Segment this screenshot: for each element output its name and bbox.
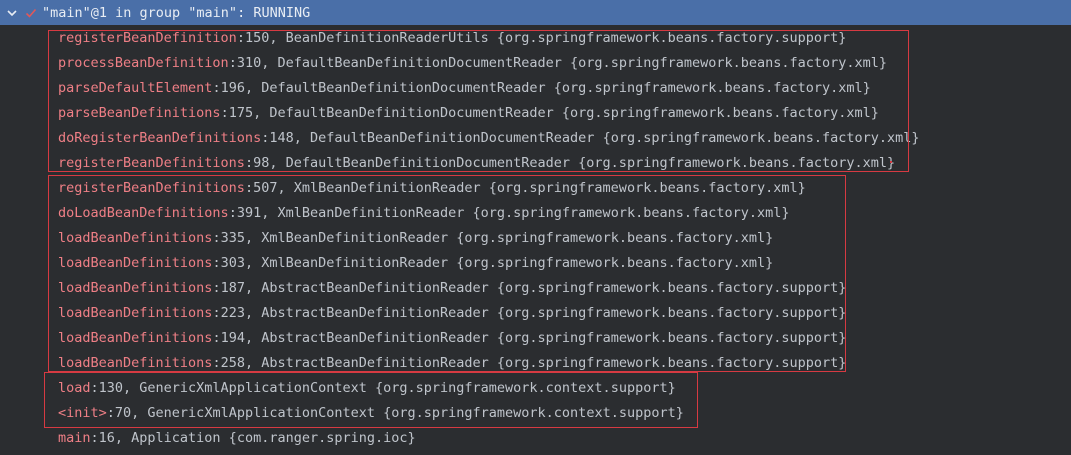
frame-location: :335, XmlBeanDefinitionReader {org.sprin… bbox=[212, 229, 774, 246]
stack-frame-9[interactable]: loadBeanDefinitions:303, XmlBeanDefiniti… bbox=[58, 250, 773, 275]
stack-frame-13[interactable]: loadBeanDefinitions:258, AbstractBeanDef… bbox=[58, 350, 846, 375]
stack-frame-4[interactable]: doRegisterBeanDefinitions:148, DefaultBe… bbox=[58, 125, 920, 150]
chevron-down-icon[interactable] bbox=[0, 0, 24, 25]
frame-location: :150, BeanDefinitionReaderUtils {org.spr… bbox=[236, 29, 847, 46]
stack-frame-5[interactable]: registerBeanDefinitions:98, DefaultBeanD… bbox=[58, 150, 895, 175]
stack-frame-14[interactable]: load:130, GenericXmlApplicationContext {… bbox=[58, 375, 676, 400]
stack-frame-7[interactable]: doLoadBeanDefinitions:391, XmlBeanDefini… bbox=[58, 200, 790, 225]
stack-frame-15[interactable]: <init>:70, GenericXmlApplicationContext … bbox=[58, 400, 684, 425]
frame-method: loadBeanDefinitions bbox=[58, 229, 213, 246]
frame-method: registerBeanDefinitions bbox=[58, 154, 245, 171]
frame-method: parseBeanDefinitions bbox=[58, 104, 221, 121]
annotation-dot bbox=[890, 161, 892, 163]
stack-frame-8[interactable]: loadBeanDefinitions:335, XmlBeanDefiniti… bbox=[58, 225, 773, 250]
frame-method: parseDefaultElement bbox=[58, 79, 213, 96]
frame-location: :70, GenericXmlApplicationContext {org.s… bbox=[106, 404, 684, 421]
stack-frame-10[interactable]: loadBeanDefinitions:187, AbstractBeanDef… bbox=[58, 275, 846, 300]
stack-frame-3[interactable]: parseBeanDefinitions:175, DefaultBeanDef… bbox=[58, 100, 879, 125]
stack-frame-1[interactable]: processBeanDefinition:310, DefaultBeanDe… bbox=[58, 50, 887, 75]
frame-location: :16, Application {com.ranger.spring.ioc} bbox=[90, 429, 416, 446]
frame-method: loadBeanDefinitions bbox=[58, 354, 213, 371]
stack-frame-12[interactable]: loadBeanDefinitions:194, AbstractBeanDef… bbox=[58, 325, 846, 350]
frame-location: :303, XmlBeanDefinitionReader {org.sprin… bbox=[212, 254, 774, 271]
frame-method: loadBeanDefinitions bbox=[58, 329, 213, 346]
frame-location: :196, DefaultBeanDefinitionDocumentReade… bbox=[212, 79, 871, 96]
frame-method: registerBeanDefinition bbox=[58, 29, 237, 46]
stack-frame-6[interactable]: registerBeanDefinitions:507, XmlBeanDefi… bbox=[58, 175, 806, 200]
frame-location: :148, DefaultBeanDefinitionDocumentReade… bbox=[261, 129, 920, 146]
thread-header[interactable]: "main"@1 in group "main": RUNNING bbox=[0, 0, 1071, 25]
frame-method: loadBeanDefinitions bbox=[58, 279, 213, 296]
frame-location: :98, DefaultBeanDefinitionDocumentReader… bbox=[244, 154, 896, 171]
frame-method: registerBeanDefinitions bbox=[58, 179, 245, 196]
frame-location: :130, GenericXmlApplicationContext {org.… bbox=[90, 379, 676, 396]
frame-method: doLoadBeanDefinitions bbox=[58, 204, 229, 221]
frame-location: :187, AbstractBeanDefinitionReader {org.… bbox=[212, 279, 847, 296]
frame-location: :391, XmlBeanDefinitionReader {org.sprin… bbox=[228, 204, 790, 221]
frame-method: <init> bbox=[58, 404, 107, 421]
frame-location: :310, DefaultBeanDefinitionDocumentReade… bbox=[228, 54, 888, 71]
frame-method: load bbox=[58, 379, 91, 396]
frame-method: processBeanDefinition bbox=[58, 54, 229, 71]
thread-title: "main"@1 in group "main": RUNNING bbox=[42, 4, 311, 21]
frame-location: :258, AbstractBeanDefinitionReader {org.… bbox=[212, 354, 847, 371]
stack-frame-11[interactable]: loadBeanDefinitions:223, AbstractBeanDef… bbox=[58, 300, 846, 325]
frame-method: main bbox=[58, 429, 91, 446]
frame-method: loadBeanDefinitions bbox=[58, 254, 213, 271]
frame-location: :507, XmlBeanDefinitionReader {org.sprin… bbox=[244, 179, 806, 196]
stack-frame-16[interactable]: main:16, Application {com.ranger.spring.… bbox=[58, 425, 416, 450]
frame-location: :175, DefaultBeanDefinitionDocumentReade… bbox=[220, 104, 879, 121]
frame-method: loadBeanDefinitions bbox=[58, 304, 213, 321]
frame-location: :223, AbstractBeanDefinitionReader {org.… bbox=[212, 304, 847, 321]
stack-frame-2[interactable]: parseDefaultElement:196, DefaultBeanDefi… bbox=[58, 75, 871, 100]
frame-method: doRegisterBeanDefinitions bbox=[58, 129, 262, 146]
frame-location: :194, AbstractBeanDefinitionReader {org.… bbox=[212, 329, 847, 346]
check-icon bbox=[24, 0, 38, 25]
stack-frame-0[interactable]: registerBeanDefinition:150, BeanDefiniti… bbox=[58, 25, 846, 50]
